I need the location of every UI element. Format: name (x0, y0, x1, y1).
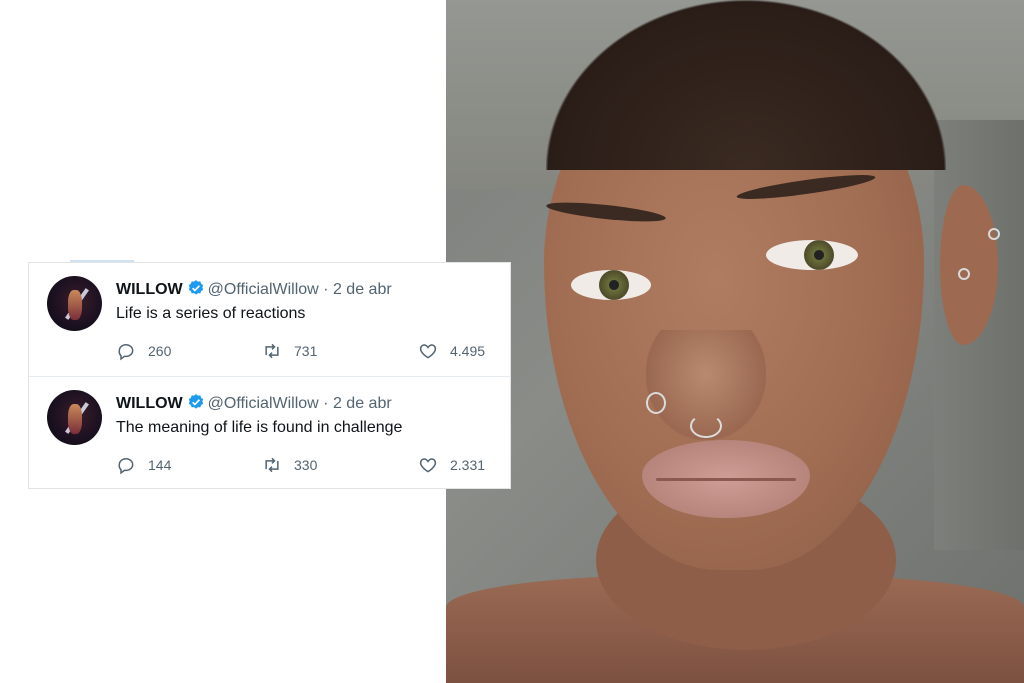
reply-count: 144 (148, 457, 172, 473)
retweet-count: 330 (294, 457, 318, 473)
heart-icon (419, 458, 437, 473)
nose-ring-left (646, 392, 666, 414)
tweet-list: WILLOW @OfficialWillow · 2 de abr Life is… (28, 262, 511, 489)
verified-badge-icon (188, 280, 203, 295)
tweet-header: WILLOW @OfficialWillow · 2 de abr (116, 393, 392, 414)
septum-ring (690, 414, 722, 438)
user-handle[interactable]: @OfficialWillow (208, 281, 319, 298)
reply-button[interactable]: 144 (116, 455, 171, 475)
tweet-header: WILLOW @OfficialWillow · 2 de abr (116, 279, 392, 300)
portrait-photo (446, 0, 1024, 683)
avatar[interactable] (47, 276, 102, 331)
like-button[interactable]: 4.495 (418, 341, 485, 361)
earring-top (988, 228, 1000, 240)
tweet-date[interactable]: 2 de abr (333, 395, 392, 412)
verified-badge-icon (188, 394, 203, 409)
like-button[interactable]: 2.331 (418, 455, 485, 475)
retweet-button[interactable]: 731 (262, 341, 317, 361)
retweet-icon (265, 343, 279, 359)
tweet-actions: 260 731 4.495 (116, 341, 496, 365)
user-handle[interactable]: @OfficialWillow (208, 395, 319, 412)
display-name[interactable]: WILLOW (116, 395, 183, 412)
retweet-icon (265, 457, 279, 473)
earring-stud (958, 268, 970, 280)
avatar[interactable] (47, 390, 102, 445)
like-count: 4.495 (450, 343, 486, 359)
tweet-item[interactable]: WILLOW @OfficialWillow · 2 de abr The mea… (29, 376, 510, 489)
hair (546, 0, 946, 170)
tweet-item[interactable]: WILLOW @OfficialWillow · 2 de abr Life is… (29, 263, 510, 375)
heart-icon (419, 344, 437, 359)
reply-count: 260 (148, 343, 172, 359)
reply-button[interactable]: 260 (116, 341, 171, 361)
like-count: 2.331 (450, 457, 486, 473)
retweet-button[interactable]: 330 (262, 455, 317, 475)
reply-icon (118, 344, 134, 361)
retweet-count: 731 (294, 343, 318, 359)
tweet-date[interactable]: 2 de abr (333, 281, 392, 298)
tweet-text: The meaning of life is found in challeng… (116, 419, 403, 436)
left-eye (571, 270, 651, 300)
lip-line (656, 478, 796, 481)
separator-dot: · (323, 395, 329, 412)
tweet-actions: 144 330 2.331 (116, 455, 496, 479)
separator-dot: · (323, 281, 329, 298)
display-name[interactable]: WILLOW (116, 281, 183, 298)
right-eye (766, 240, 858, 270)
tweet-text: Life is a series of reactions (116, 305, 306, 322)
reply-icon (118, 458, 134, 475)
